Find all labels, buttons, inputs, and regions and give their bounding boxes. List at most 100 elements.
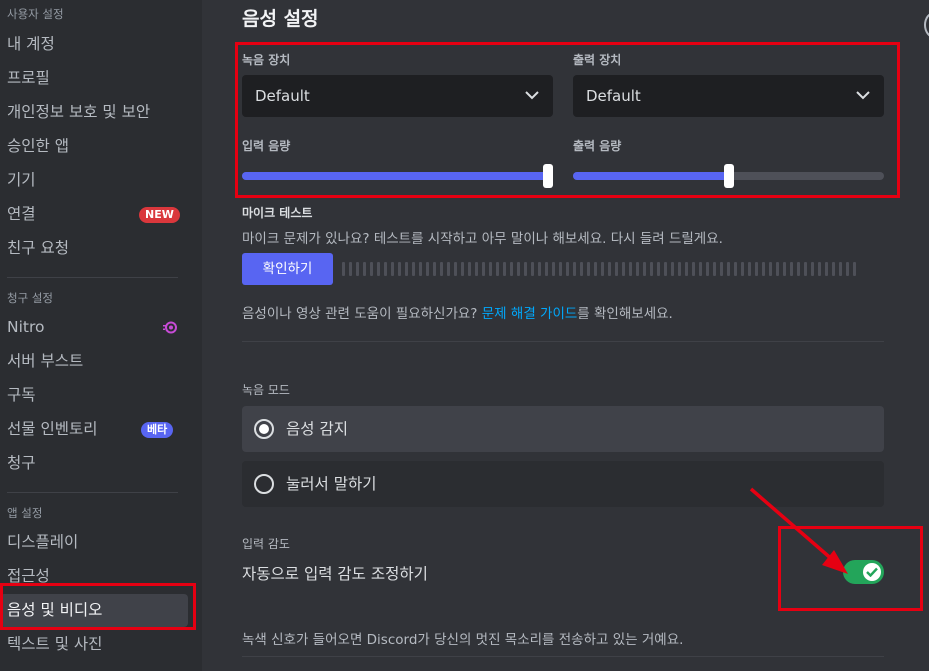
sidebar-item-friend-requests[interactable]: 친구 요청: [0, 232, 188, 265]
sidebar-item-label: 기기: [7, 171, 36, 189]
meter-bar: [433, 262, 436, 276]
sidebar-item-label: 프로필: [7, 69, 50, 87]
meter-bar: [664, 262, 667, 276]
meter-bar: [650, 262, 653, 276]
radio-checked-icon: [254, 419, 274, 439]
meter-bar: [678, 262, 681, 276]
meter-bar: [461, 262, 464, 276]
sensitivity-label: 입력 감도: [242, 537, 290, 551]
sidebar-item-nitro[interactable]: Nitro: [0, 311, 188, 344]
sidebar-item-privacy-safety[interactable]: 개인정보 보호 및 보안: [0, 96, 188, 129]
sidebar-item-billing[interactable]: 청구: [0, 447, 188, 480]
sidebar-item-label: 청구: [7, 454, 36, 472]
sidebar-item-label: 텍스트 및 사진: [7, 635, 103, 653]
annotation-box-devices: [235, 42, 900, 198]
sidebar-item-display[interactable]: 디스플레이: [0, 526, 188, 559]
section-header-billing-settings: 청구 설정: [7, 291, 53, 305]
meter-bar: [734, 262, 737, 276]
sidebar-item-label: 내 계정: [7, 35, 55, 53]
meter-bar: [839, 262, 842, 276]
meter-bar: [573, 262, 576, 276]
sidebar-item-gift-inventory[interactable]: 선물 인벤토리 베타: [0, 413, 188, 446]
meter-bar: [671, 262, 674, 276]
sidebar-item-profile[interactable]: 프로필: [0, 62, 188, 95]
meter-bar: [643, 262, 646, 276]
sidebar-item-label: 선물 인벤토리: [7, 420, 98, 438]
sidebar-item-label: 승인한 앱: [7, 137, 69, 155]
help-prefix: 음성이나 영상 관련 도움이 필요하신가요?: [242, 306, 482, 322]
annotation-arrow-icon: [749, 487, 848, 574]
meter-bar: [797, 262, 800, 276]
help-suffix: 를 확인해보세요.: [577, 306, 673, 322]
meter-bar: [853, 262, 856, 276]
meter-bar: [748, 262, 751, 276]
sidebar-item-label: 디스플레이: [7, 533, 79, 551]
meter-bar: [636, 262, 639, 276]
meter-bar: [398, 262, 401, 276]
meter-bar: [559, 262, 562, 276]
sidebar-item-authorized-apps[interactable]: 승인한 앱: [0, 130, 188, 163]
sidebar-item-label: 구독: [7, 386, 36, 404]
nitro-icon: [163, 321, 177, 334]
sidebar-item-devices[interactable]: 기기: [0, 164, 188, 197]
sidebar-item-label: 친구 요청: [7, 239, 69, 257]
meter-bar: [524, 262, 527, 276]
sidebar-item-label: 연결: [7, 205, 36, 223]
meter-bar: [349, 262, 352, 276]
radio-voice-activity[interactable]: 음성 감지: [242, 406, 884, 452]
meter-bar: [629, 262, 632, 276]
meter-bar: [818, 262, 821, 276]
meter-bar: [594, 262, 597, 276]
meter-bar: [510, 262, 513, 276]
settings-sidebar: 사용자 설정 내 계정 프로필 개인정보 보호 및 보안 승인한 앱 기기 연결…: [0, 0, 202, 671]
meter-bar: [531, 262, 534, 276]
meter-bar: [741, 262, 744, 276]
radio-unchecked-icon: [254, 474, 274, 494]
meter-bar: [587, 262, 590, 276]
meter-bar: [538, 262, 541, 276]
meter-bar: [580, 262, 583, 276]
meter-bar: [363, 262, 366, 276]
close-icon[interactable]: [924, 12, 929, 38]
sidebar-divider: [7, 492, 178, 493]
radio-label: 음성 감지: [286, 420, 348, 438]
meter-bar: [657, 262, 660, 276]
meter-bar: [776, 262, 779, 276]
troubleshooting-link[interactable]: 문제 해결 가이드: [482, 306, 578, 322]
sidebar-item-subscriptions[interactable]: 구독: [0, 379, 188, 412]
meter-bar: [713, 262, 716, 276]
sidebar-item-label: 개인정보 보호 및 보안: [7, 103, 151, 121]
beta-badge: 베타: [141, 422, 174, 438]
meter-bar: [769, 262, 772, 276]
sensitivity-note: 녹색 신호가 들어오면 Discord가 당신의 멋진 목소리를 전송하고 있는…: [242, 632, 684, 648]
sidebar-item-my-account[interactable]: 내 계정: [0, 28, 188, 61]
meter-bar: [496, 262, 499, 276]
sidebar-item-text-images[interactable]: 텍스트 및 사진: [0, 628, 188, 661]
mic-level-meter: [342, 262, 856, 276]
meter-bar: [370, 262, 373, 276]
meter-bar: [489, 262, 492, 276]
meter-bar: [384, 262, 387, 276]
meter-bar: [468, 262, 471, 276]
sidebar-item-label: 서버 부스트: [7, 352, 84, 370]
help-text: 음성이나 영상 관련 도움이 필요하신가요? 문제 해결 가이드를 확인해보세요…: [242, 302, 673, 322]
mic-test-button[interactable]: 확인하기: [242, 253, 333, 285]
meter-bar: [608, 262, 611, 276]
sidebar-item-connections[interactable]: 연결 NEW: [0, 198, 188, 231]
meter-bar: [601, 262, 604, 276]
input-mode-label: 녹음 모드: [242, 383, 290, 397]
meter-bar: [622, 262, 625, 276]
annotation-box-sidebar: [0, 583, 196, 630]
section-header-user-settings: 사용자 설정: [7, 7, 64, 21]
sidebar-item-server-boost[interactable]: 서버 부스트: [0, 345, 188, 378]
meter-bar: [783, 262, 786, 276]
meter-bar: [412, 262, 415, 276]
meter-bar: [391, 262, 394, 276]
auto-sensitivity-label: 자동으로 입력 감도 조정하기: [242, 565, 428, 583]
meter-bar: [517, 262, 520, 276]
meter-bar: [475, 262, 478, 276]
meter-bar: [454, 262, 457, 276]
meter-bar: [811, 262, 814, 276]
meter-bar: [699, 262, 702, 276]
meter-bar: [503, 262, 506, 276]
